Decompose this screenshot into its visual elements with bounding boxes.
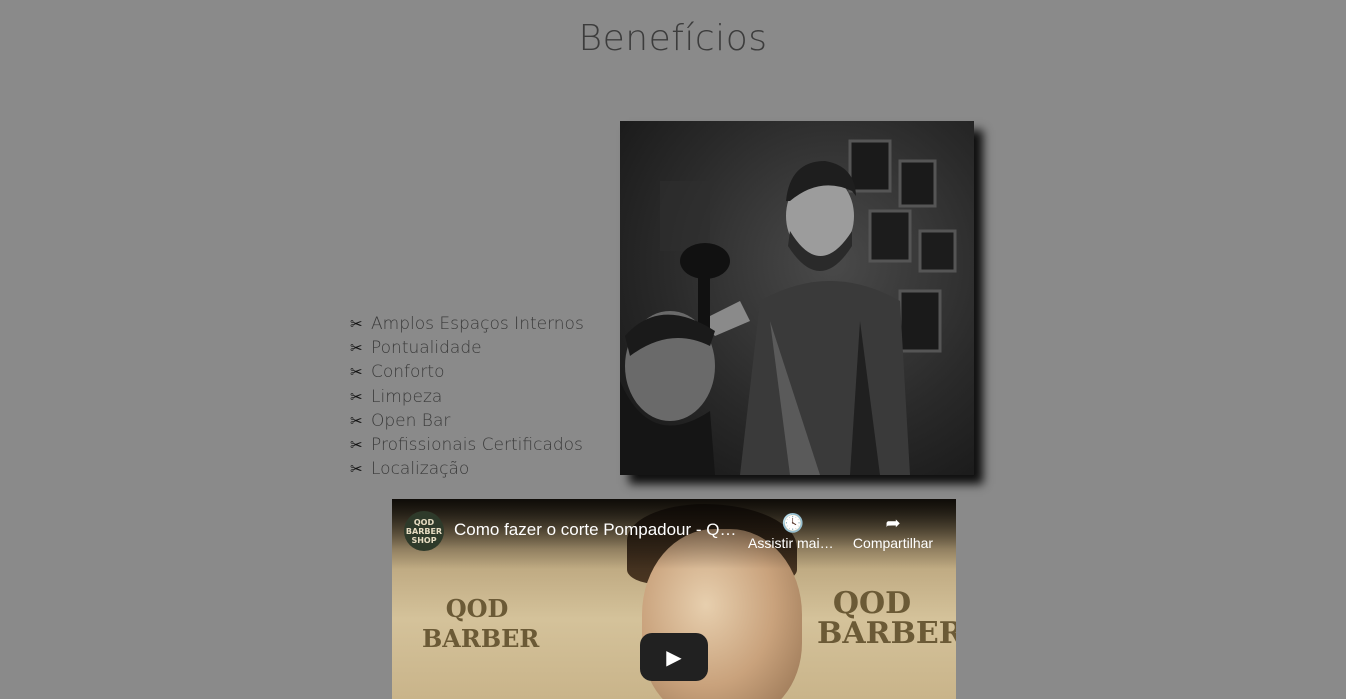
thumbnail-brand-right: QOD BARBER xyxy=(817,586,956,651)
list-item: ✂ Limpeza xyxy=(350,385,584,409)
scissors-icon: ✂ xyxy=(350,436,363,455)
share-button[interactable]: ➦ Compartilhar xyxy=(848,511,938,551)
benefit-label: Profissionais Certificados xyxy=(371,435,583,456)
video-title[interactable]: Como fazer o corte Pompadour - QOD Barbe… xyxy=(454,520,744,540)
benefit-label: Localização xyxy=(371,459,470,480)
benefit-label: Open Bar xyxy=(371,410,451,431)
benefit-label: Amplos Espaços Internos xyxy=(371,314,584,334)
scissors-icon: ✂ xyxy=(350,460,363,479)
video-embed[interactable]: QOD BARBER QOD BARBER QOD BARBER SHOP Co… xyxy=(392,499,956,699)
scissors-icon: ✂ xyxy=(350,387,363,406)
benefit-label: Conforto xyxy=(371,362,445,383)
barber-photo xyxy=(620,121,974,475)
list-item: ✂ Open Bar xyxy=(350,409,584,433)
page-title: Benefícios xyxy=(578,18,768,59)
share-label: Compartilhar xyxy=(852,535,934,551)
benefit-label: Pontualidade xyxy=(371,338,482,359)
play-icon: ▶ xyxy=(666,645,682,669)
scissors-icon: ✂ xyxy=(350,339,363,358)
play-button[interactable]: ▶ xyxy=(640,633,708,681)
benefits-list: ✂ Amplos Espaços Internos ✂ Pontualidade ✂… xyxy=(350,312,584,481)
list-item: ✂ Conforto xyxy=(350,360,584,384)
watch-later-label: Assistir mais tarde xyxy=(748,535,838,551)
scissors-icon: ✂ xyxy=(350,363,363,382)
benefit-label: Limpeza xyxy=(371,386,443,407)
watch-later-button[interactable]: 🕓 Assistir mais tarde xyxy=(748,511,838,551)
clock-icon: 🕓 xyxy=(781,513,805,533)
channel-avatar[interactable]: QOD BARBER SHOP xyxy=(404,511,444,551)
thumbnail-brand-left: QOD BARBER xyxy=(422,594,540,653)
list-item: ✂ Localização xyxy=(350,457,584,481)
list-item: ✂ Amplos Espaços Internos xyxy=(350,312,584,336)
scissors-icon: ✂ xyxy=(350,411,363,430)
list-item: ✂ Profissionais Certificados xyxy=(350,433,584,457)
scissors-icon: ✂ xyxy=(350,315,363,333)
list-item: ✂ Pontualidade xyxy=(350,336,584,360)
share-icon: ➦ xyxy=(885,513,901,533)
